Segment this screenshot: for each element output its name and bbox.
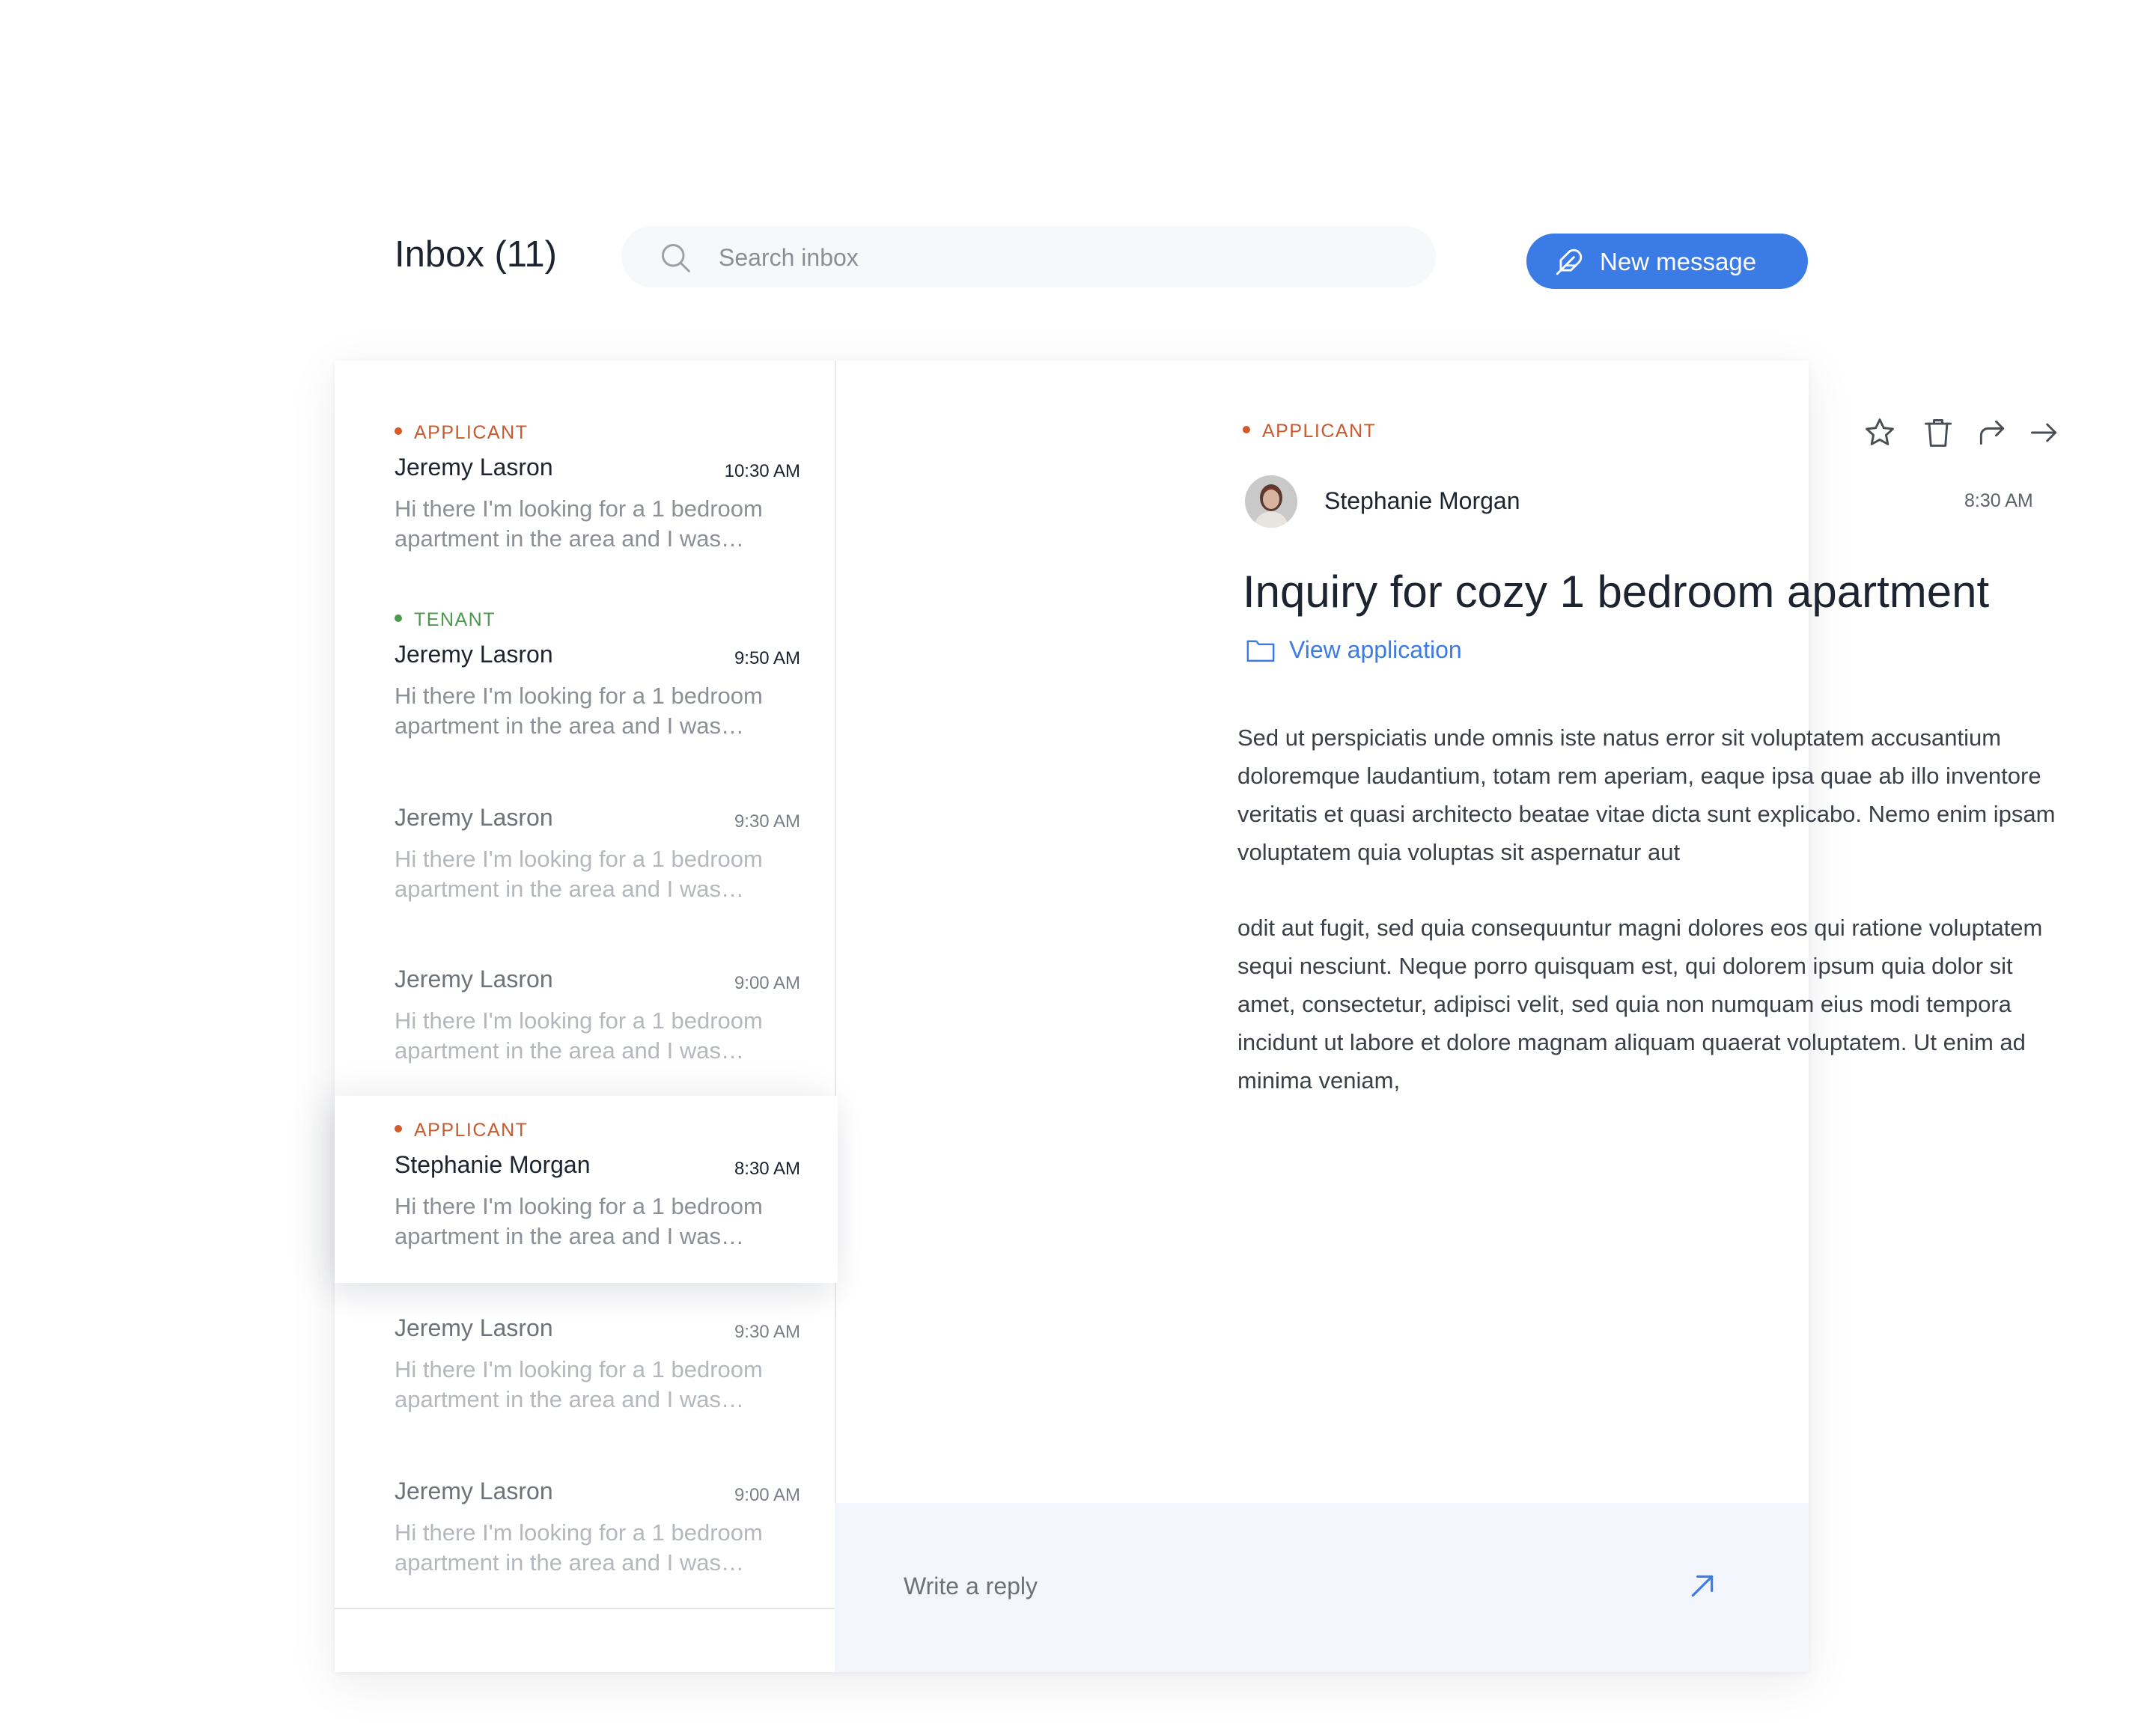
message-body-paragraph: odit aut fugit, sed quia consequuntur ma…: [1237, 915, 2043, 1094]
applicant-tag: APPLICANT: [1243, 421, 1376, 442]
forward-icon[interactable]: [1976, 416, 2009, 449]
message-preview: Hi there I'm looking for a 1 bedroom apa…: [395, 1007, 763, 1064]
message-preview: Hi there I'm looking for a 1 bedroom apa…: [395, 1356, 763, 1412]
message-sender: Jeremy Lasron: [395, 804, 553, 831]
detail-sender: Stephanie Morgan: [1324, 487, 1520, 514]
reply-bar: [835, 1503, 1809, 1672]
message-time: 9:30 AM: [734, 811, 800, 832]
inbox-card: APPLICANT Jeremy Lasron 10:30 AM Hi ther…: [335, 361, 2057, 1672]
tenant-tag: TENANT: [395, 609, 496, 631]
send-arrow-icon[interactable]: [1688, 1572, 1717, 1600]
message-preview: Hi there I'm looking for a 1 bedroom apa…: [395, 683, 763, 739]
new-message-label: New message: [1600, 248, 1757, 275]
message-preview: Hi there I'm looking for a 1 bedroom apa…: [395, 1193, 763, 1249]
message-body-paragraph: Sed ut perspiciatis unde omnis iste natu…: [1237, 725, 2056, 865]
status-dot: [1243, 426, 1250, 434]
message-subject: Inquiry for cozy 1 bedroom apartment: [1243, 567, 1990, 617]
view-application-label: View application: [1289, 636, 1462, 663]
search-input[interactable]: [717, 226, 1394, 289]
message-preview: Hi there I'm looking for a 1 bedroom apa…: [395, 495, 763, 552]
detail-time: 8:30 AM: [1964, 490, 2033, 511]
message-list-item[interactable]: Jeremy Lasron 9:30 AM Hi there I'm looki…: [335, 1283, 835, 1448]
inbox-title: Inbox (11): [395, 234, 557, 275]
avatar: [1245, 475, 1297, 528]
message-time: 10:30 AM: [724, 461, 800, 481]
trash-icon[interactable]: [1922, 416, 1955, 449]
arrow-right-icon[interactable]: [2028, 416, 2061, 449]
star-icon[interactable]: [1863, 416, 1896, 449]
search-icon: [662, 244, 690, 272]
new-message-button[interactable]: New message: [1526, 234, 1808, 289]
folder-icon: [1246, 640, 1275, 662]
message-list-item[interactable]: Jeremy Lasron 9:00 AM Hi there I'm looki…: [335, 934, 835, 1097]
message-detail: APPLICANT Stephanie Morgan 8:30 AM Inqui…: [835, 361, 2057, 1672]
applicant-tag: APPLICANT: [395, 422, 528, 444]
message-list-item[interactable]: APPLICANT Jeremy Lasron 10:30 AM Hi ther…: [335, 361, 835, 587]
message-time: 8:30 AM: [734, 1159, 800, 1179]
reply-input[interactable]: [902, 1555, 1654, 1617]
message-preview: Hi there I'm looking for a 1 bedroom apa…: [395, 1519, 763, 1576]
message-time: 9:50 AM: [734, 648, 800, 668]
message-list-item[interactable]: TENANT Jeremy Lasron 9:50 AM Hi there I'…: [335, 585, 835, 774]
view-application-link[interactable]: View application: [1246, 636, 1462, 664]
message-sender: Jeremy Lasron: [395, 1477, 553, 1504]
message-preview: Hi there I'm looking for a 1 bedroom apa…: [395, 846, 763, 902]
message-time: 9:00 AM: [734, 973, 800, 993]
message-time: 9:00 AM: [734, 1485, 800, 1505]
message-list-item[interactable]: Jeremy Lasron 9:00 AM Hi there I'm looki…: [335, 1446, 835, 1609]
message-sender: Stephanie Morgan: [395, 1151, 591, 1178]
message-list: APPLICANT Jeremy Lasron 10:30 AM Hi ther…: [335, 361, 838, 1672]
status-dot: [395, 1125, 402, 1133]
feather-icon: [1556, 248, 1583, 275]
status-dot: [395, 615, 402, 623]
status-dot: [395, 427, 402, 436]
message-list-item-selected[interactable]: APPLICANT Stephanie Morgan 8:30 AM Hi th…: [335, 1096, 838, 1283]
message-list-item[interactable]: Jeremy Lasron 9:30 AM Hi there I'm looki…: [335, 772, 835, 936]
applicant-tag: APPLICANT: [395, 1120, 528, 1141]
search-bar[interactable]: [621, 226, 1436, 289]
message-time: 9:30 AM: [734, 1322, 800, 1342]
message-sender: Jeremy Lasron: [395, 966, 553, 992]
message-sender: Jeremy Lasron: [395, 454, 553, 481]
message-sender: Jeremy Lasron: [395, 641, 553, 668]
message-sender: Jeremy Lasron: [395, 1314, 553, 1341]
